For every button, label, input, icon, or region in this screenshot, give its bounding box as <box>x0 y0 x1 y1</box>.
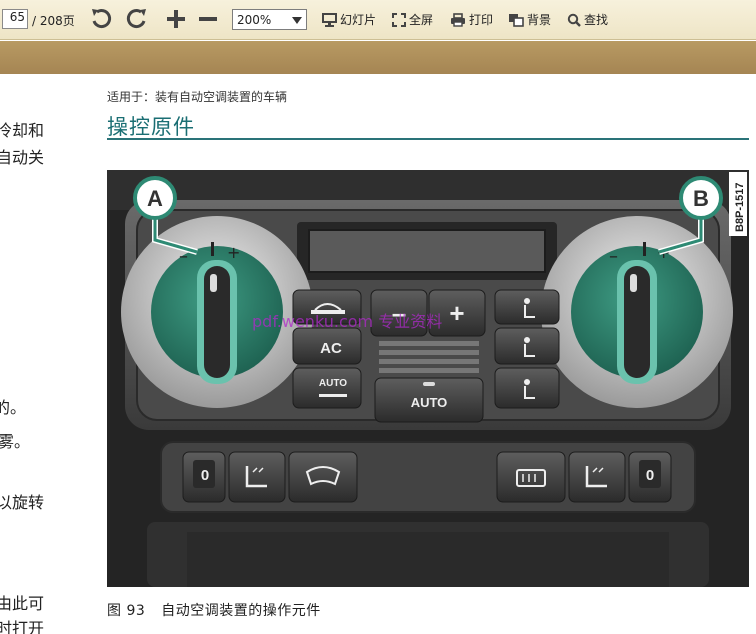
pdf-toolbar: 65 / 208页 200% 幻灯片 全屏 打印 背景 查找 <box>0 0 756 40</box>
left-text-fragment: 的。 <box>0 398 27 417</box>
page-total-label: / 208页 <box>32 14 75 28</box>
climate-control-illustration: – + – + A B B8P-1517 AC AUTO – + AUTO 0 … <box>107 170 749 587</box>
airflow-upper-button[interactable] <box>494 289 560 325</box>
chevron-down-icon <box>292 17 302 24</box>
right-seat-heat-level-button[interactable]: 0 <box>628 451 672 503</box>
heading-divider <box>107 138 749 140</box>
rear-window-defrost-button[interactable] <box>496 451 566 503</box>
figure-number: 图 93 <box>107 603 146 619</box>
search-label: 查找 <box>584 13 609 27</box>
figure-caption: 图 93 自动空调装置的操作元件 <box>107 600 321 620</box>
climate-control-figure: – + – + A B B8P-1517 AC AUTO – + AUTO 0 … <box>107 170 749 587</box>
plus-mark: + <box>227 243 240 262</box>
minus-mark: – <box>609 246 618 267</box>
callout-b-label: B <box>693 186 709 211</box>
right-seat-heating-button[interactable] <box>568 451 626 503</box>
rotate-left-button[interactable] <box>88 6 114 32</box>
viewer-band <box>0 41 756 74</box>
background-label: 背景 <box>527 13 552 27</box>
slideshow-icon <box>322 12 337 27</box>
zoom-select[interactable]: 200% <box>232 9 307 30</box>
zoom-value: 200% <box>237 12 272 27</box>
page-number-input[interactable]: 65 <box>2 9 28 29</box>
zoom-in-button[interactable] <box>163 6 189 32</box>
rotate-left-icon <box>92 9 112 28</box>
plus-icon <box>167 10 185 28</box>
left-seat-level-label: 0 <box>201 467 209 484</box>
ac-label: AC <box>320 340 342 357</box>
fullscreen-icon <box>392 12 406 27</box>
rotate-right-button[interactable] <box>124 6 150 32</box>
figure-code: B8P-1517 <box>734 182 746 232</box>
left-text-fragment: 由此可 <box>0 594 45 613</box>
watermark-text: pdf.wenku.com 专业资料 <box>252 312 442 331</box>
windshield-defrost-button[interactable] <box>288 451 358 503</box>
minus-icon <box>199 17 217 21</box>
auto-button[interactable]: AUTO <box>374 377 484 423</box>
left-text-fragment: 自动关 <box>0 148 45 167</box>
left-text-fragment: 冷却和 <box>0 121 45 140</box>
left-text-fragment: 雾。 <box>0 432 31 451</box>
print-icon <box>451 12 465 27</box>
left-seat-heating-button[interactable] <box>228 451 286 503</box>
print-button[interactable]: 打印 <box>450 11 493 28</box>
rotate-right-icon <box>126 9 146 28</box>
print-label: 打印 <box>469 13 494 27</box>
left-text-fragment: 以旋转 <box>0 493 45 512</box>
right-seat-level-label: 0 <box>646 467 654 484</box>
zoom-out-button[interactable] <box>195 6 221 32</box>
left-seat-heat-level-button[interactable]: 0 <box>182 451 226 503</box>
airflow-lower-button[interactable] <box>494 367 560 409</box>
auto-label: AUTO <box>411 395 448 410</box>
slideshow-label: 幻灯片 <box>340 13 377 27</box>
auto-recirculation-button[interactable]: AUTO <box>292 367 362 409</box>
callout-a-label: A <box>147 186 163 211</box>
section-heading: 操控原件 <box>107 115 195 139</box>
search-button[interactable]: 查找 <box>567 11 608 28</box>
fullscreen-label: 全屏 <box>409 13 434 27</box>
right-temperature-knob[interactable]: – + <box>541 216 733 408</box>
search-icon <box>567 13 581 27</box>
figure-caption-text: 自动空调装置的操作元件 <box>161 603 321 619</box>
slideshow-button[interactable]: 幻灯片 <box>322 11 376 28</box>
airflow-middle-button[interactable] <box>494 327 560 365</box>
left-text-fragment: 时打开 <box>0 619 45 634</box>
fullscreen-button[interactable]: 全屏 <box>392 11 433 28</box>
background-icon <box>509 13 524 27</box>
auto-small-label: AUTO <box>319 378 347 389</box>
ac-button[interactable]: AC <box>292 327 362 365</box>
background-button[interactable]: 背景 <box>508 11 551 28</box>
fan-plus-label: + <box>449 298 464 328</box>
applies-to-text: 适用于：装有自动空调装置的车辆 <box>107 90 288 104</box>
